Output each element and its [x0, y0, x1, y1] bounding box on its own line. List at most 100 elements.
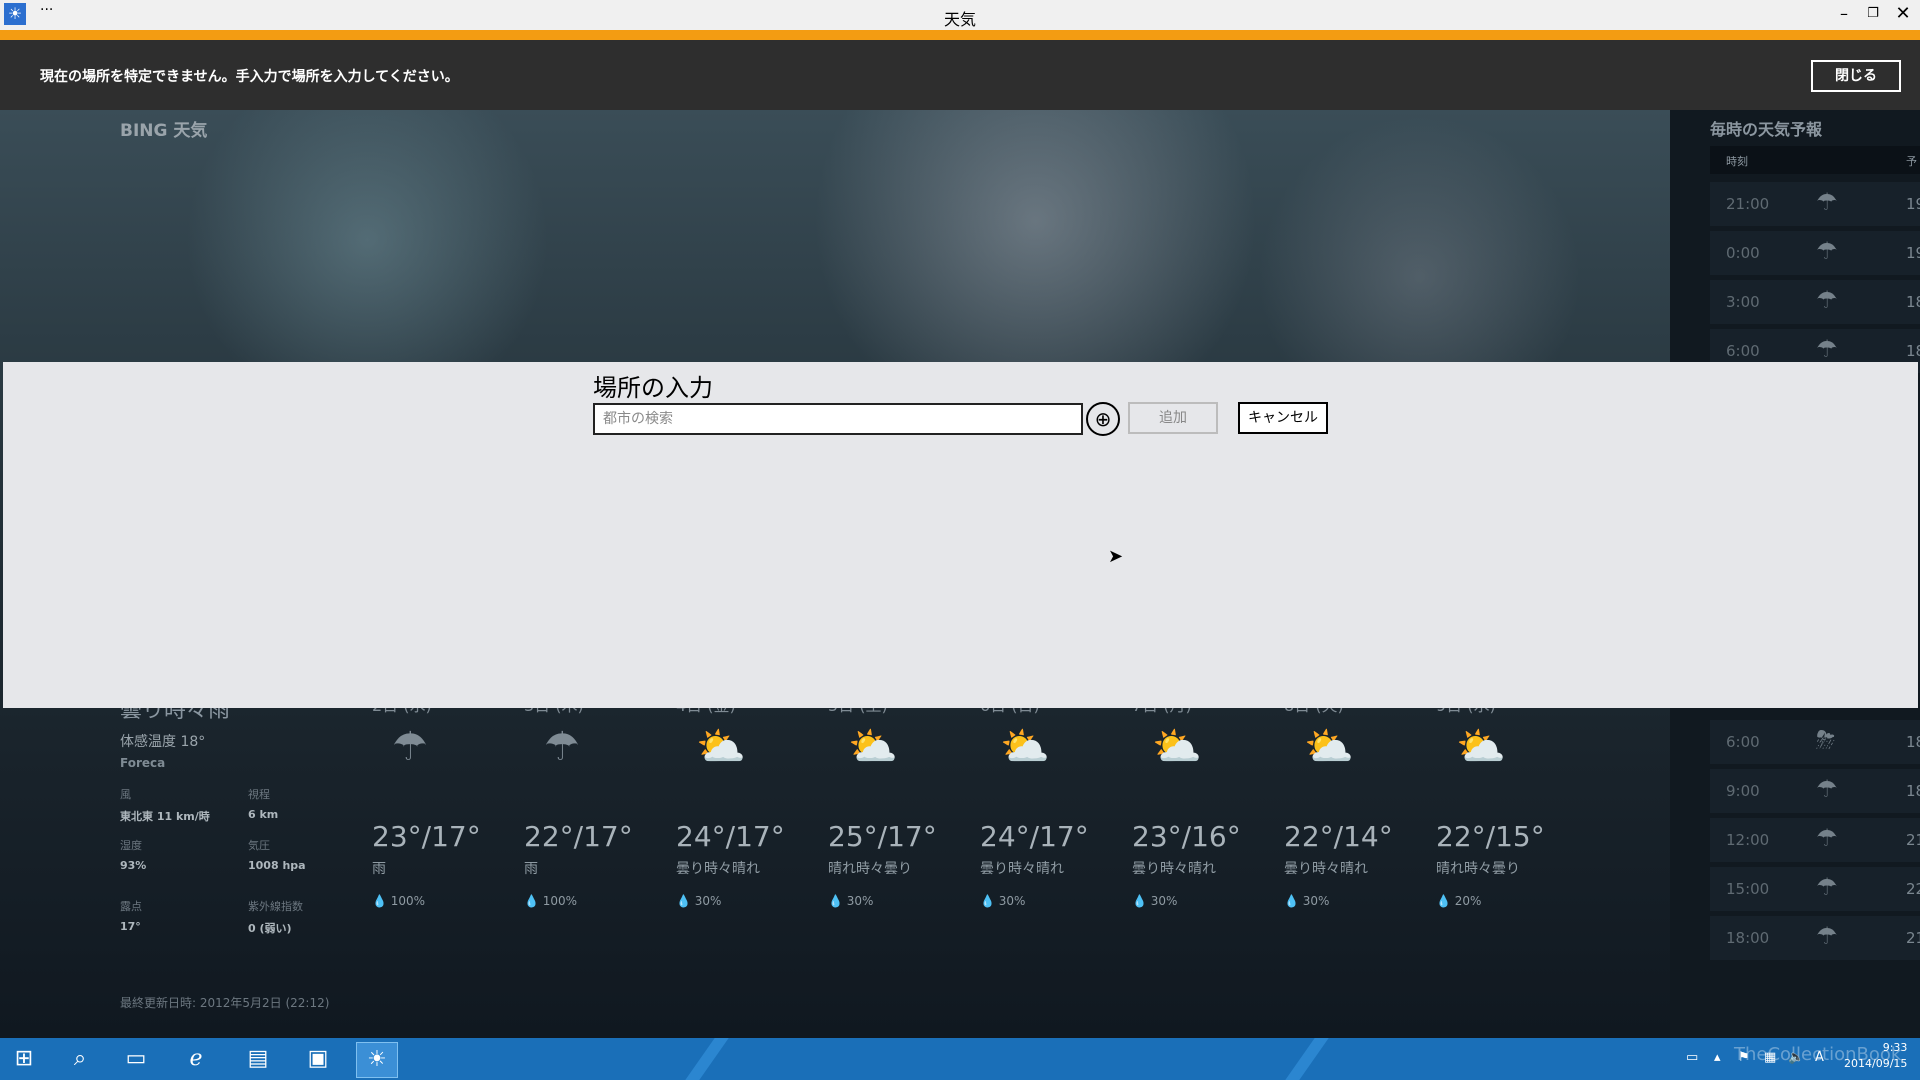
detail-label: 露点: [120, 900, 142, 913]
detail-pressure: 気圧 1008 hpa: [248, 837, 306, 872]
forecast-temps: 25°/17°: [828, 820, 937, 853]
rain-icon: ☂: [392, 724, 428, 770]
hourly-temp: 18: [1906, 782, 1920, 800]
taskbar-decoration: [1285, 1038, 1329, 1080]
system-clock[interactable]: 9:33 2014/09/15: [1844, 1040, 1907, 1072]
forecast-rain-chance: 💧 100%: [524, 894, 577, 908]
hourly-row[interactable]: 12:00 ☂ 21: [1710, 818, 1920, 862]
file-explorer-icon[interactable]: ▤: [238, 1042, 278, 1076]
forecast-rain-chance: 💧 30%: [828, 894, 873, 908]
forecast-rain-chance: 💧 30%: [1132, 894, 1177, 908]
taskbar-decoration: [685, 1038, 729, 1080]
hourly-header: 時刻 予: [1710, 146, 1920, 174]
action-center-flag-icon[interactable]: ⚑: [1738, 1050, 1750, 1065]
start-button-icon[interactable]: ⊞: [4, 1042, 44, 1076]
add-button[interactable]: 追加: [1128, 402, 1218, 434]
clock-time: 9:33: [1882, 1041, 1908, 1054]
location-notification-bar: 現在の場所を特定できません。手入力で場所を入力してください。 閉じる: [0, 40, 1920, 110]
detail-label: 風: [120, 788, 131, 801]
internet-explorer-icon[interactable]: ℯ: [176, 1042, 216, 1076]
store-icon[interactable]: ▣: [298, 1042, 338, 1076]
rain-icon: ☂: [544, 724, 580, 770]
detail-value: 93%: [120, 859, 147, 872]
volume-icon[interactable]: 🔈: [1788, 1050, 1804, 1065]
rain-value: 30%: [694, 894, 722, 908]
forecast-temps: 22°/15°: [1436, 820, 1545, 853]
forecast-desc: 曇り時々晴れ: [676, 861, 760, 877]
hourly-time: 12:00: [1726, 831, 1770, 849]
detail-label: 視程: [248, 788, 270, 801]
rain-icon: ☂: [1816, 922, 1838, 950]
show-hidden-icons-icon[interactable]: ▴: [1714, 1050, 1721, 1065]
forecast-rain-chance: 💧 30%: [1284, 894, 1329, 908]
ime-indicator[interactable]: A: [1815, 1050, 1824, 1065]
raindrop-icon: 💧: [1436, 894, 1451, 908]
rain-icon: ☂: [1816, 286, 1838, 314]
forecast-desc: 曇り時々晴れ: [1284, 861, 1368, 877]
raindrop-icon: 💧: [524, 894, 539, 908]
keyboard-icon[interactable]: ▭: [1686, 1050, 1698, 1065]
detail-value: 東北東 11 km/時: [120, 810, 210, 823]
forecast-rain-chance: 💧 20%: [1436, 894, 1481, 908]
forecast-rain-chance: 💧 30%: [980, 894, 1025, 908]
forecast-desc: 曇り時々晴れ: [1132, 861, 1216, 877]
partly-cloudy-icon: ⛅: [1304, 724, 1354, 770]
rain-value: 100%: [390, 894, 426, 908]
forecast-temps: 24°/17°: [980, 820, 1089, 853]
forecast-desc: 雨: [524, 861, 538, 877]
forecast-temps: 23°/16°: [1132, 820, 1241, 853]
hourly-title: 毎時の天気予報: [1710, 120, 1823, 139]
forecast-desc: 曇り時々晴れ: [980, 861, 1064, 877]
forecast-temps: 24°/17°: [676, 820, 785, 853]
location-input-dialog: 場所の入力 都市の検索 ⊕ 追加 キャンセル: [3, 362, 1918, 708]
last-updated: 最終更新日時: 2012年5月2日 (22:12): [120, 996, 330, 1010]
locate-me-icon[interactable]: ⊕: [1086, 402, 1120, 436]
hourly-row[interactable]: 21:00 ☂ 19: [1710, 182, 1920, 226]
app-brand-title: BING 天気: [120, 121, 208, 141]
task-view-icon[interactable]: ▭: [116, 1042, 156, 1076]
hourly-row[interactable]: 0:00 ☂ 19: [1710, 231, 1920, 275]
network-icon[interactable]: ▦: [1764, 1050, 1776, 1065]
hourly-row[interactable]: 3:00 ☂ 18: [1710, 280, 1920, 324]
partly-cloudy-icon: ⛅: [696, 724, 746, 770]
hourly-time: 6:00: [1726, 733, 1760, 751]
detail-value: 6 km: [248, 808, 279, 821]
rain-value: 30%: [1302, 894, 1330, 908]
detail-label: 湿度: [120, 839, 142, 852]
hourly-row[interactable]: 18:00 ☂ 21: [1710, 916, 1920, 960]
title-bar: ☀ ··· 天気 – ❐ ✕: [0, 0, 1920, 40]
data-source: Foreca: [120, 756, 166, 770]
rain-value: 30%: [1150, 894, 1178, 908]
taskbar: ⊞ ⌕ ▭ ℯ ▤ ▣ ☀ TheCollectionBook ▭ ▴ ⚑ ▦ …: [0, 1038, 1920, 1080]
rain-icon: ☂: [1816, 237, 1838, 265]
rain-icon: ☂: [1816, 775, 1838, 803]
hourly-col-forecast: 予: [1906, 155, 1917, 168]
hourly-temp: 18: [1906, 293, 1920, 311]
cancel-button[interactable]: キャンセル: [1238, 402, 1328, 434]
maximize-button[interactable]: ❐: [1862, 3, 1884, 25]
rain-value: 100%: [542, 894, 578, 908]
hourly-row[interactable]: 6:00 ⛈ 18: [1710, 720, 1920, 764]
detail-value: 1008 hpa: [248, 859, 306, 872]
notification-close-button[interactable]: 閉じる: [1811, 60, 1901, 92]
forecast-desc: 晴れ時々曇り: [828, 861, 912, 877]
hourly-row[interactable]: 9:00 ☂ 18: [1710, 769, 1920, 813]
detail-dewpoint: 露点 17°: [120, 898, 142, 933]
clock-date: 2014/09/15: [1844, 1057, 1908, 1070]
detail-visibility: 視程 6 km: [248, 786, 278, 821]
close-window-button[interactable]: ✕: [1892, 3, 1914, 25]
city-search-input[interactable]: 都市の検索: [593, 403, 1083, 435]
hourly-temp: 22: [1906, 880, 1920, 898]
search-icon[interactable]: ⌕: [60, 1042, 100, 1076]
hourly-time: 18:00: [1726, 929, 1770, 947]
weather-taskbar-icon[interactable]: ☀: [356, 1042, 398, 1078]
hourly-time: 6:00: [1726, 342, 1760, 360]
raindrop-icon: 💧: [980, 894, 995, 908]
hourly-time: 9:00: [1726, 782, 1760, 800]
raindrop-icon: 💧: [372, 894, 387, 908]
raindrop-icon: 💧: [676, 894, 691, 908]
minimize-button[interactable]: –: [1833, 3, 1855, 25]
dialog-title: 場所の入力: [593, 374, 713, 402]
raindrop-icon: 💧: [1284, 894, 1299, 908]
hourly-row[interactable]: 15:00 ☂ 22: [1710, 867, 1920, 911]
